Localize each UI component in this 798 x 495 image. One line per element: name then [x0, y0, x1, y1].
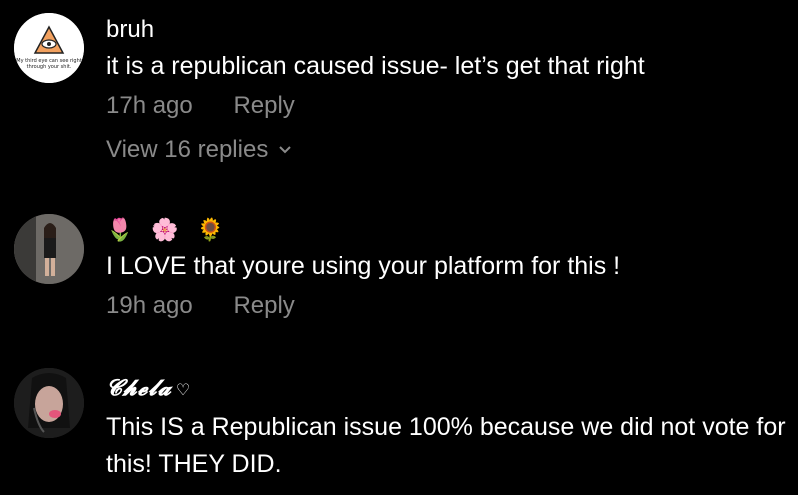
comment-text: it is a republican caused issue- let’s g…	[106, 52, 645, 80]
comment-time: 19h ago	[106, 292, 193, 319]
blossom-icon: 🌸	[151, 217, 179, 242]
username-text: 𝓒𝓱𝓮𝓵𝓪	[106, 375, 172, 401]
comment-time: 17h ago	[106, 92, 193, 119]
comment-username[interactable]: bruh	[106, 16, 788, 44]
comment-text: I LOVE that youre using your platform fo…	[106, 252, 621, 280]
avatar[interactable]	[14, 214, 84, 284]
svg-text:through your shit.: through your shit.	[27, 64, 72, 70]
comment-meta: 19h ago Reply	[106, 291, 788, 321]
avatar[interactable]: My third eye can see right through your …	[14, 13, 84, 83]
person-photo-icon	[14, 368, 84, 438]
avatar[interactable]	[14, 368, 84, 438]
view-replies-button[interactable]: View 16 replies	[106, 135, 788, 165]
view-replies-label: View 16 replies	[106, 136, 269, 163]
comment-username[interactable]: 𝓒𝓱𝓮𝓵𝓪 ♡	[106, 374, 788, 405]
heart-icon: ♡	[175, 382, 191, 399]
tulip-icon: 🌷	[106, 217, 134, 242]
chevron-down-icon	[279, 146, 292, 154]
comment-meta: 17h ago Reply	[106, 91, 788, 121]
comment-emojis: 🌷 🌸 🌻	[106, 216, 788, 244]
sunflower-icon: 🌻	[196, 217, 225, 242]
person-photo-icon	[14, 214, 84, 284]
reply-button[interactable]: Reply	[233, 92, 294, 119]
reply-button[interactable]: Reply	[233, 292, 294, 319]
eye-pyramid-icon: My third eye can see right through your …	[14, 13, 84, 83]
comment-text: This IS a Republican issue 100% because …	[106, 413, 786, 478]
